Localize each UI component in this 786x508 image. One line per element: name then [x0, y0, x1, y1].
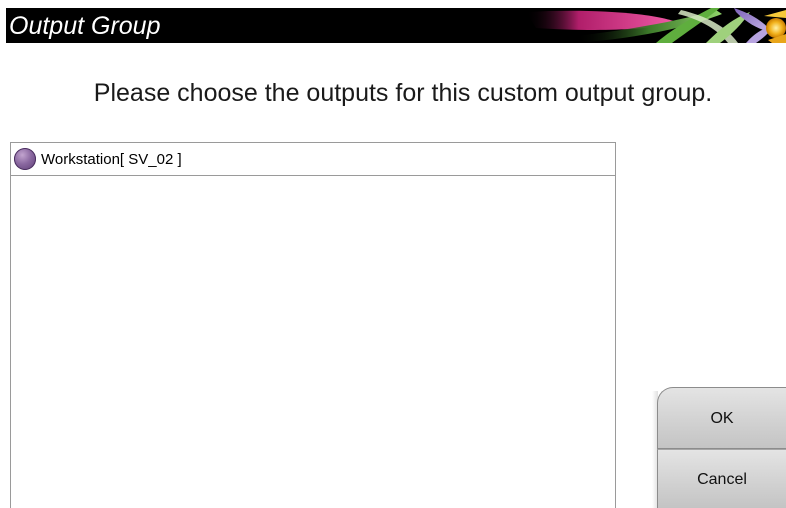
output-group-screen: Output Group Please choose the outputs f…: [0, 0, 786, 508]
ok-button[interactable]: OK: [657, 387, 786, 449]
list-item[interactable]: Workstation[ SV_02 ]: [11, 143, 615, 176]
output-list[interactable]: Workstation[ SV_02 ]: [10, 142, 616, 508]
title-bar: Output Group: [6, 8, 786, 43]
instruction-text: Please choose the outputs for this custo…: [93, 79, 713, 107]
purple-circle-icon: [14, 148, 36, 170]
cancel-button[interactable]: Cancel: [657, 449, 786, 508]
flower-banner-image: [526, 8, 786, 43]
list-item-label: Workstation[ SV_02 ]: [41, 151, 182, 168]
window-title: Output Group: [9, 12, 161, 40]
